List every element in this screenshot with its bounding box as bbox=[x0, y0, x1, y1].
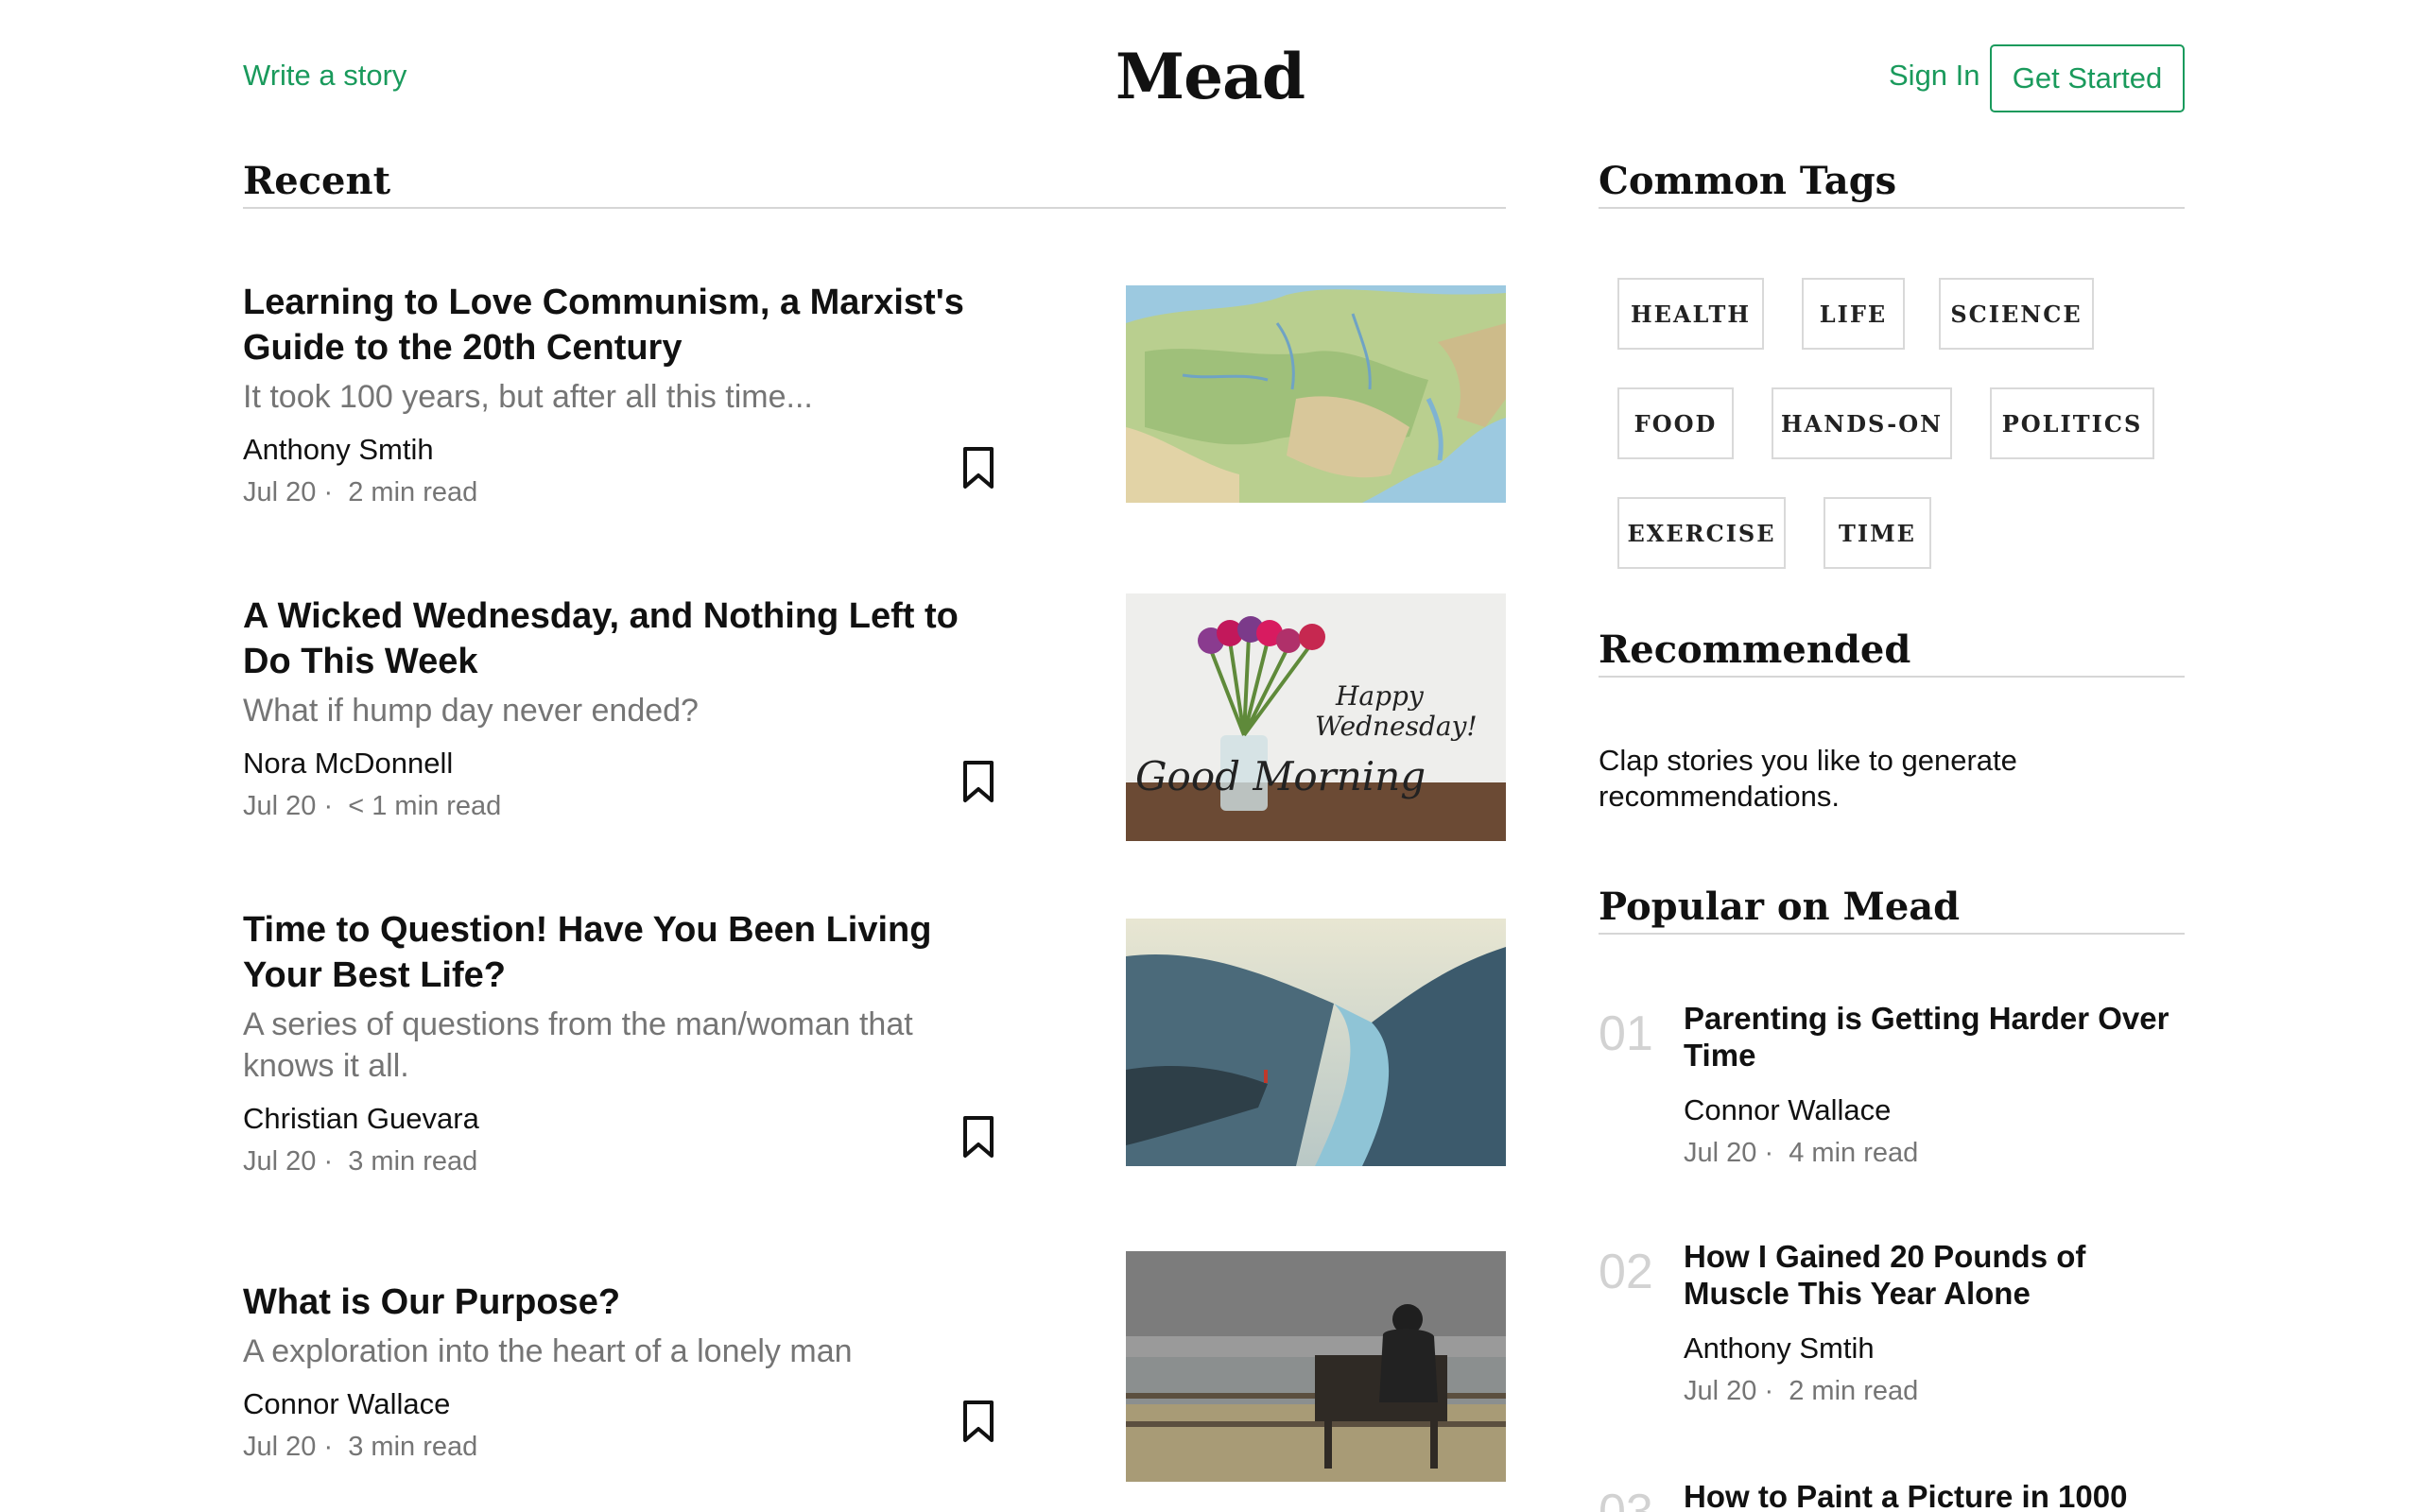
article-date: Jul 20 · bbox=[243, 477, 334, 507]
article-author[interactable]: Nora McDonnell bbox=[243, 745, 1009, 782]
article-read-time: 3 min read bbox=[348, 1146, 478, 1177]
tag-politics[interactable]: POLITICS bbox=[1990, 387, 2154, 459]
article-meta: Jul 20 · 3 min read bbox=[243, 1143, 1009, 1179]
bookmark-icon[interactable] bbox=[959, 446, 997, 490]
article-meta: Jul 20 · 2 min read bbox=[243, 474, 1009, 510]
article-title[interactable]: Time to Question! Have You Been Living Y… bbox=[243, 907, 1009, 998]
article-text: Time to Question! Have You Been Living Y… bbox=[243, 907, 1009, 1179]
popular-rank: 03 bbox=[1599, 1485, 1653, 1512]
article-text: What is Our Purpose? A exploration into … bbox=[243, 1280, 1009, 1465]
bookmark-icon[interactable] bbox=[959, 1115, 997, 1159]
popular-meta: Jul 20 · 2 min read bbox=[1684, 1374, 2175, 1408]
popular-author[interactable]: Anthony Smtih bbox=[1684, 1331, 2175, 1366]
popular-read-time: 2 min read bbox=[1789, 1376, 1919, 1406]
map-image bbox=[1126, 285, 1506, 503]
page: Write a story Mead Sign In Get Started R… bbox=[0, 0, 2420, 1512]
tag-time[interactable]: TIME bbox=[1824, 497, 1931, 569]
recent-heading: Recent bbox=[243, 159, 1506, 209]
popular-title[interactable]: How to Paint a Picture in 1000 bbox=[1684, 1478, 2175, 1512]
tag-food[interactable]: FOOD bbox=[1617, 387, 1734, 459]
article-read-time: 2 min read bbox=[348, 477, 478, 507]
recommended-heading: Recommended bbox=[1599, 627, 2185, 678]
popular-date: Jul 20 · bbox=[1684, 1376, 1774, 1406]
popular-title[interactable]: How I Gained 20 Pounds of Muscle This Ye… bbox=[1684, 1238, 2175, 1312]
tag-hands-on[interactable]: HANDS-ON bbox=[1772, 387, 1952, 459]
popular-date: Jul 20 · bbox=[1684, 1138, 1774, 1168]
sign-in-link[interactable]: Sign In bbox=[1889, 59, 1980, 93]
tag-life[interactable]: LIFE bbox=[1802, 278, 1905, 350]
popular-body: How I Gained 20 Pounds of Muscle This Ye… bbox=[1684, 1238, 2175, 1408]
article-meta: Jul 20 · < 1 min read bbox=[243, 788, 1009, 824]
tulips-image: Happy Wednesday! Good Morning bbox=[1126, 593, 1506, 841]
bench-image bbox=[1126, 1251, 1506, 1482]
article-thumbnail[interactable] bbox=[1126, 919, 1506, 1166]
image-text-happy: Happy bbox=[1335, 680, 1425, 712]
article-meta: Jul 20 · 3 min read bbox=[243, 1429, 1009, 1465]
article-read-time: 3 min read bbox=[348, 1432, 478, 1462]
article-text: Learning to Love Communism, a Marxist's … bbox=[243, 280, 1009, 510]
article-thumbnail[interactable]: Happy Wednesday! Good Morning bbox=[1126, 593, 1506, 841]
article-date: Jul 20 · bbox=[243, 1432, 334, 1462]
popular-body: How to Paint a Picture in 1000 bbox=[1684, 1478, 2175, 1512]
article-thumbnail[interactable] bbox=[1126, 1251, 1506, 1482]
recommended-text: Clap stories you like to generate recomm… bbox=[1599, 744, 2017, 813]
popular-item[interactable]: 03 How to Paint a Picture in 1000 bbox=[1599, 1478, 2185, 1512]
bookmark-icon[interactable] bbox=[959, 1400, 997, 1443]
article-author[interactable]: Christian Guevara bbox=[243, 1100, 1009, 1138]
article-subtitle[interactable]: It took 100 years, but after all this ti… bbox=[243, 376, 1009, 418]
popular-rank: 01 bbox=[1599, 1006, 1653, 1061]
tag-exercise[interactable]: EXERCISE bbox=[1617, 497, 1786, 569]
get-started-button[interactable]: Get Started bbox=[1990, 44, 2185, 112]
article-date: Jul 20 · bbox=[243, 791, 334, 821]
article-thumbnail[interactable] bbox=[1126, 285, 1506, 503]
common-tags-heading: Common Tags bbox=[1599, 159, 2185, 209]
popular-meta: Jul 20 · 4 min read bbox=[1684, 1136, 2175, 1170]
popular-heading: Popular on Mead bbox=[1599, 885, 2185, 935]
article-date: Jul 20 · bbox=[243, 1146, 334, 1177]
article-title[interactable]: A Wicked Wednesday, and Nothing Left to … bbox=[243, 593, 1009, 684]
article-author[interactable]: Anthony Smtih bbox=[243, 431, 1009, 469]
article-text: A Wicked Wednesday, and Nothing Left to … bbox=[243, 593, 1009, 824]
popular-author[interactable]: Connor Wallace bbox=[1684, 1092, 2175, 1128]
image-text-wednesday: Wednesday! bbox=[1315, 711, 1478, 742]
popular-rank: 02 bbox=[1599, 1245, 1653, 1299]
popular-title[interactable]: Parenting is Getting Harder Over Time bbox=[1684, 1000, 2175, 1074]
tag-science[interactable]: SCIENCE bbox=[1939, 278, 2094, 350]
article-author[interactable]: Connor Wallace bbox=[243, 1385, 1009, 1423]
article-read-time: < 1 min read bbox=[348, 791, 502, 821]
article-title[interactable]: What is Our Purpose? bbox=[243, 1280, 1009, 1325]
bookmark-icon[interactable] bbox=[959, 760, 997, 803]
image-text-good-morning: Good Morning bbox=[1135, 753, 1426, 799]
article-subtitle[interactable]: A exploration into the heart of a lonely… bbox=[243, 1331, 1009, 1372]
article-subtitle[interactable]: What if hump day never ended? bbox=[243, 690, 1009, 731]
popular-body: Parenting is Getting Harder Over Time Co… bbox=[1684, 1000, 2175, 1170]
popular-read-time: 4 min read bbox=[1789, 1138, 1919, 1168]
article-title[interactable]: Learning to Love Communism, a Marxist's … bbox=[243, 280, 1009, 370]
article-subtitle[interactable]: A series of questions from the man/woman… bbox=[243, 1004, 1009, 1087]
fjord-image bbox=[1126, 919, 1506, 1166]
tag-health[interactable]: HEALTH bbox=[1617, 278, 1764, 350]
